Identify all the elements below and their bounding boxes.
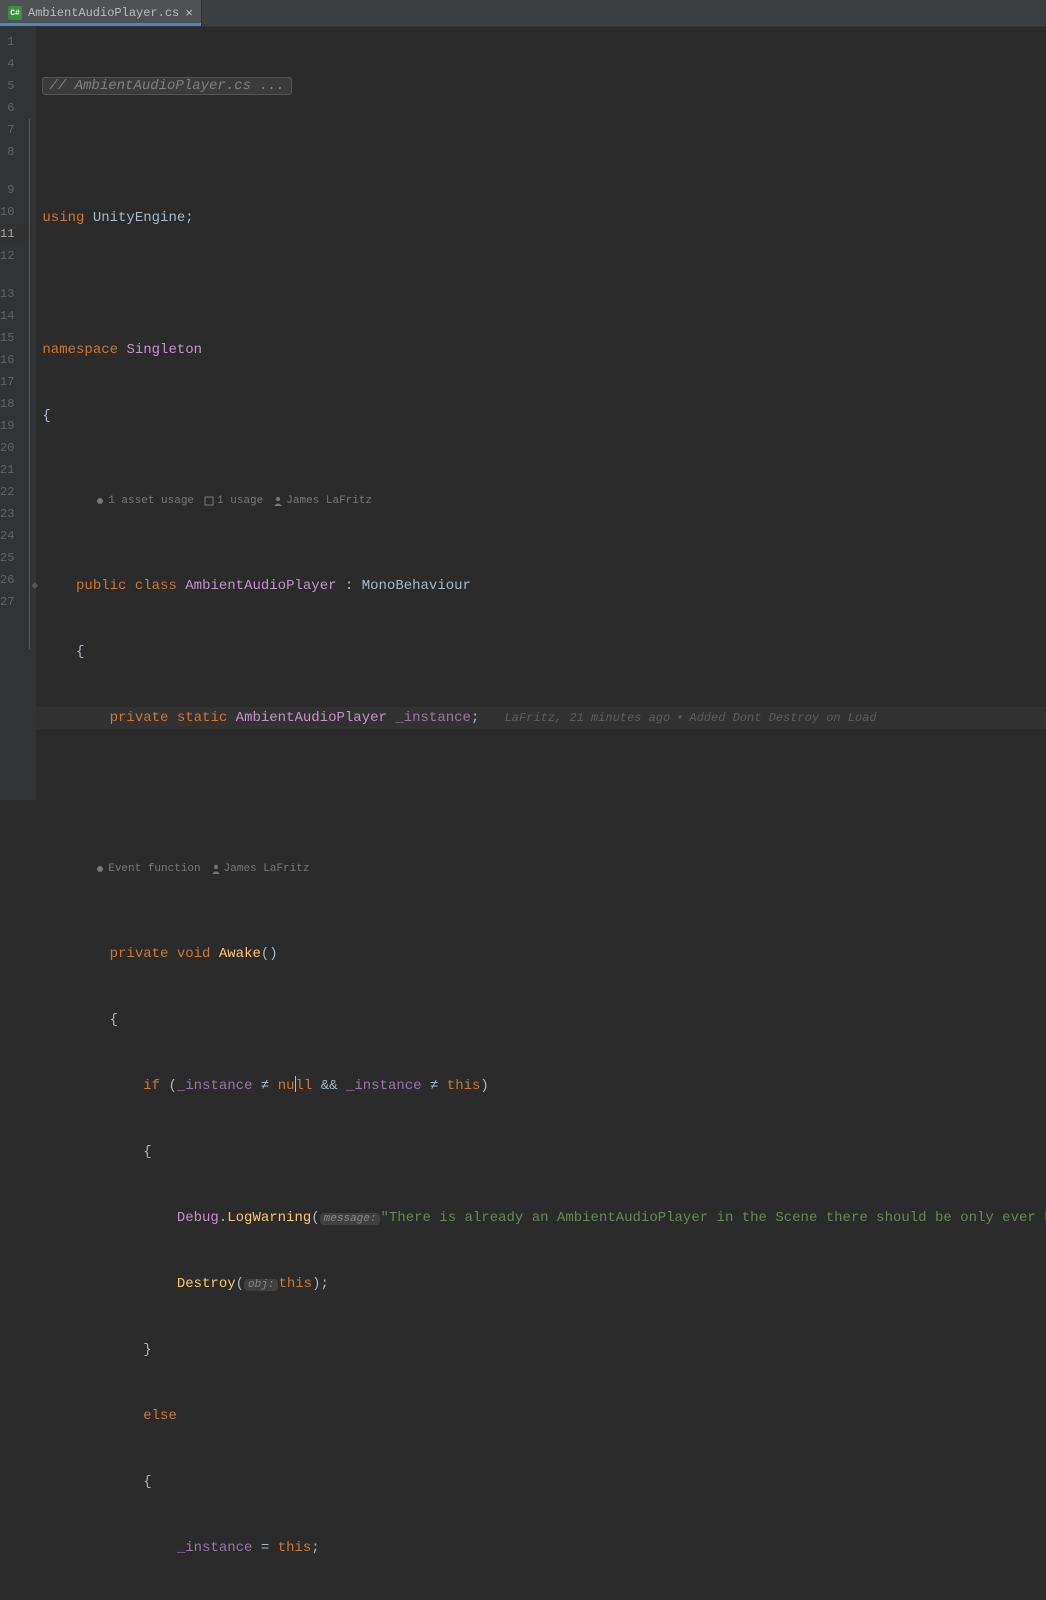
csharp-file-icon: C#	[8, 6, 22, 20]
parameter-hint: message:	[320, 1213, 381, 1225]
editor-tab[interactable]: C# AmbientAudioPlayer.cs ×	[0, 0, 202, 26]
author-icon	[273, 496, 283, 506]
close-icon[interactable]: ×	[185, 7, 193, 20]
code-editor: 1456789101112131415161718192021222324252…	[0, 27, 1046, 800]
class-code-hints[interactable]: 1 asset usage 1 usage James LaFritz	[95, 493, 372, 509]
usage-icon	[204, 496, 214, 506]
folded-comment[interactable]: // AmbientAudioPlayer.cs ...	[42, 77, 291, 95]
asset-usage-icon	[95, 496, 105, 506]
author-icon	[211, 864, 221, 874]
method-code-hints[interactable]: Event function James LaFritz	[95, 861, 309, 877]
code-area[interactable]: // AmbientAudioPlayer.cs ... using Unity…	[36, 27, 1046, 800]
text-cursor	[295, 1076, 296, 1092]
tab-active-indicator	[0, 23, 201, 26]
tab-title: AmbientAudioPlayer.cs	[28, 6, 179, 20]
line-gutter[interactable]: 1456789101112131415161718192021222324252…	[0, 27, 36, 800]
fold-column	[24, 27, 36, 800]
parameter-hint: obj:	[244, 1279, 278, 1291]
current-line: private static AmbientAudioPlayer _insta…	[36, 707, 1046, 729]
git-blame-annotation: LaFritz, 21 minutes ago•Added Dont Destr…	[505, 711, 877, 725]
event-function-icon	[95, 864, 105, 874]
tab-bar: C# AmbientAudioPlayer.cs ×	[0, 0, 1046, 27]
gutter-marker-icon: ◆	[31, 575, 38, 597]
